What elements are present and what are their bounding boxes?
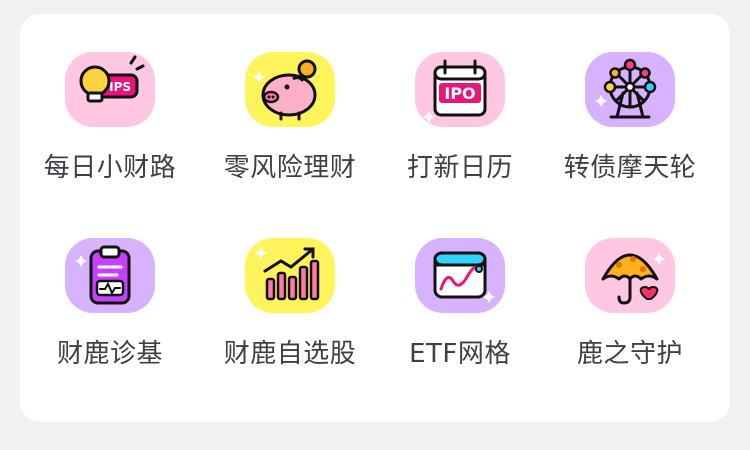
- ferris-wheel-icon: [585, 52, 675, 127]
- entry-etf-grid[interactable]: ETF网格: [375, 200, 545, 370]
- entry-watchlist[interactable]: 财鹿自选股: [205, 200, 375, 370]
- svg-text:IPO: IPO: [444, 84, 475, 103]
- entry-zero-risk-investment[interactable]: 零风险理财: [205, 14, 375, 184]
- entry-label: 财鹿诊基: [56, 339, 163, 369]
- line-chart-panel-icon: [415, 238, 505, 313]
- quick-entry-grid: TIPS 每日小财路 零风险理财 IPO 打新日历 转债摩天轮 财鹿诊基 财鹿自…: [20, 14, 730, 422]
- piggy-bank-icon: [245, 52, 335, 127]
- clipboard-diagnosis-icon: [65, 238, 155, 313]
- bar-chart-up-icon: [245, 238, 335, 313]
- ipo-calendar-icon: IPO: [415, 52, 505, 127]
- lightbulb-tips-icon: TIPS: [65, 52, 155, 127]
- entry-label: ETF网格: [409, 339, 511, 369]
- umbrella-heart-icon: [585, 238, 675, 313]
- entry-label: 转债摩天轮: [563, 153, 697, 183]
- entry-label: 每日小财路: [43, 153, 177, 183]
- entry-label: 鹿之守护: [576, 339, 683, 369]
- entry-fund-diagnosis[interactable]: 财鹿诊基: [25, 200, 195, 370]
- entry-label: 零风险理财: [223, 153, 357, 183]
- entry-deer-guardian[interactable]: 鹿之守护: [545, 200, 715, 370]
- entry-label: 财鹿自选股: [223, 339, 357, 369]
- quick-entry-card: TIPS 每日小财路 零风险理财 IPO 打新日历 转债摩天轮 财鹿诊基 财鹿自…: [20, 14, 730, 422]
- entry-label: 打新日历: [406, 153, 513, 183]
- entry-ipo-calendar[interactable]: IPO 打新日历: [375, 14, 545, 184]
- entry-daily-wealth-tips[interactable]: TIPS 每日小财路: [25, 14, 195, 184]
- entry-convertible-bond-wheel[interactable]: 转债摩天轮: [545, 14, 715, 184]
